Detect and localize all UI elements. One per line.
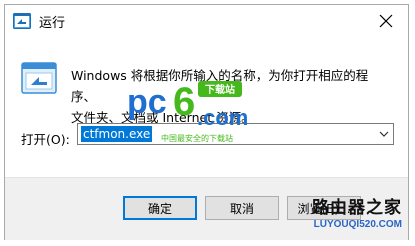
open-input-value[interactable]: ctfmon.exe (81, 126, 153, 142)
run-dialog: 运行 Windows 将根据你所输入的名称，为你打开相应的程序、 文件夹、文档或… (4, 4, 409, 240)
cancel-button[interactable]: 取消 (205, 196, 279, 220)
open-combobox[interactable]: ctfmon.exe (77, 123, 394, 145)
close-button[interactable] (372, 9, 400, 33)
open-label: 打开(O): (21, 132, 70, 147)
dialog-description: Windows 将根据你所输入的名称，为你打开相应的程序、 文件夹、文档或 In… (71, 65, 391, 128)
luyouqi-watermark: 路由器之家 LUYOUQI520.COM (312, 200, 402, 230)
run-program-icon (21, 62, 57, 94)
window-title: 运行 (39, 16, 66, 31)
title-bar[interactable]: 运行 (5, 5, 408, 37)
dialog-footer: 确定 取消 浏览(B)... 路由器之家 LUYOUQI520.COM (5, 177, 408, 240)
watermark-site-title: 路由器之家 (312, 198, 402, 218)
description-line-1: Windows 将根据你所输入的名称，为你打开相应的程序、 (71, 68, 369, 104)
chevron-down-icon (379, 131, 389, 137)
ok-button[interactable]: 确定 (123, 196, 197, 220)
watermark-site-url: LUYOUQI520.COM (313, 219, 402, 230)
run-app-icon (13, 13, 31, 29)
close-icon (379, 14, 393, 28)
dialog-body: Windows 将根据你所输入的名称，为你打开相应的程序、 文件夹、文档或 In… (5, 37, 408, 177)
combo-dropdown-button[interactable] (377, 127, 391, 141)
